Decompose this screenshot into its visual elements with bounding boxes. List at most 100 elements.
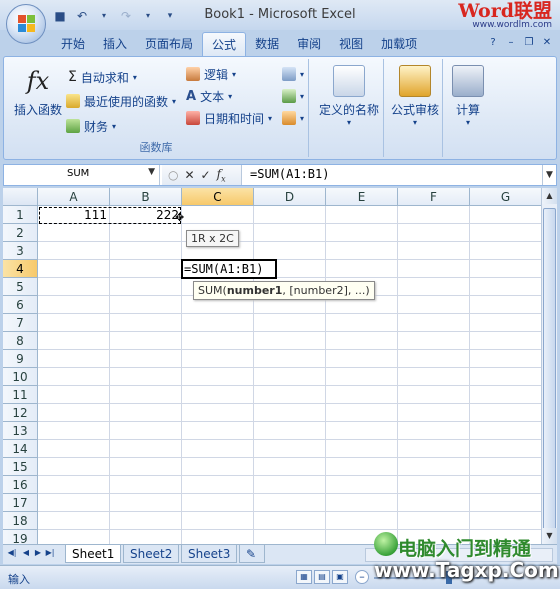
- column-header-e[interactable]: E: [326, 188, 398, 206]
- text-label: 文本: [200, 89, 225, 104]
- tab-insert[interactable]: 插入: [94, 32, 136, 56]
- logical-button[interactable]: 逻辑 ▾: [186, 64, 236, 84]
- function-name[interactable]: SUM(: [198, 284, 227, 297]
- vertical-scrollbar[interactable]: ▲ ▼: [541, 188, 557, 544]
- defined-names-button[interactable]: 定义的名称 ▾: [316, 65, 382, 127]
- row-header-17[interactable]: 17: [3, 494, 38, 512]
- normal-view-icon[interactable]: ▦: [296, 570, 312, 584]
- column-header-a[interactable]: A: [38, 188, 110, 206]
- enter-icon[interactable]: ✓: [201, 168, 211, 182]
- gridline-row: [38, 277, 541, 278]
- restore-icon[interactable]: ❐: [522, 36, 536, 50]
- cell-a1[interactable]: 111: [39, 208, 107, 222]
- lookup-button[interactable]: ▾: [282, 64, 304, 84]
- row-header-7[interactable]: 7: [3, 314, 38, 332]
- math-trig-button[interactable]: ▾: [282, 86, 304, 106]
- row-header-1[interactable]: 1: [3, 206, 38, 224]
- row-header-12[interactable]: 12: [3, 404, 38, 422]
- scroll-thumb[interactable]: [543, 208, 556, 533]
- autosum-button[interactable]: Σ 自动求和 ▾: [68, 67, 137, 87]
- formula-auditing-button[interactable]: 公式审核 ▾: [387, 65, 443, 127]
- expand-formula-bar-icon[interactable]: ▼: [542, 165, 556, 185]
- fx-icon: fx: [26, 67, 50, 95]
- calculation-label: 计算: [455, 103, 480, 117]
- formula-bar: SUM ▼ ○ ✕ ✓ fx =SUM(A1:B1) ▼: [3, 164, 557, 186]
- cell-b1[interactable]: 222: [111, 208, 179, 222]
- text-button[interactable]: A 文本 ▾: [186, 86, 232, 106]
- tab-data[interactable]: 数据: [246, 32, 288, 56]
- range-size-tooltip: 1R x 2C: [186, 230, 239, 247]
- insert-function-button[interactable]: fx 插入函数: [10, 65, 66, 118]
- formula-input[interactable]: =SUM(A1:B1): [250, 167, 329, 181]
- fx-button-icon[interactable]: fx: [217, 167, 226, 183]
- zoom-out-icon[interactable]: –: [355, 570, 369, 584]
- cancel-icon[interactable]: ✕: [184, 168, 194, 182]
- chevron-down-icon[interactable]: ▼: [148, 167, 155, 177]
- math-trig-icon: [282, 89, 296, 103]
- row-header-8[interactable]: 8: [3, 332, 38, 350]
- scroll-up-icon[interactable]: ▲: [542, 188, 557, 204]
- row-header-16[interactable]: 16: [3, 476, 38, 494]
- row-header-9[interactable]: 9: [3, 350, 38, 368]
- brand-logo: Word联盟 www.wordlm.com: [458, 0, 552, 30]
- row-header-3[interactable]: 3: [3, 242, 38, 260]
- column-header-b[interactable]: B: [110, 188, 182, 206]
- function-library-label: 函数库: [139, 141, 173, 154]
- tab-add-ins[interactable]: 加载项: [372, 32, 426, 56]
- gridline-row: [38, 241, 541, 242]
- ribbon: fx 插入函数 Σ 自动求和 ▾ 最近使用的函数 ▾ 财务 ▾ 逻辑 ▾ A 文…: [3, 56, 557, 160]
- sheet-tab-3[interactable]: Sheet3: [181, 545, 238, 563]
- worksheet-grid[interactable]: A B C D E F G 1 2 3 4 5 6 7 8 9 10 11 12 13 14 15 16 17 1…: [3, 188, 541, 544]
- financial-icon: [66, 119, 80, 133]
- office-button[interactable]: [6, 4, 46, 44]
- name-box[interactable]: SUM ▼: [4, 165, 160, 185]
- column-header-c[interactable]: C: [182, 188, 254, 206]
- help-icon[interactable]: ?: [486, 36, 500, 50]
- row-header-11[interactable]: 11: [3, 386, 38, 404]
- datetime-button[interactable]: 日期和时间 ▾: [186, 108, 272, 128]
- prev-sheet-icon[interactable]: ◀: [21, 548, 31, 557]
- column-header-d[interactable]: D: [254, 188, 326, 206]
- recently-used-button[interactable]: 最近使用的函数 ▾: [66, 91, 176, 111]
- more-functions-button[interactable]: ▾: [282, 108, 304, 128]
- row-header-4[interactable]: 4: [3, 260, 38, 278]
- page-layout-view-icon[interactable]: ▤: [314, 570, 330, 584]
- tab-formulas[interactable]: 公式: [202, 32, 247, 56]
- gridline-row: [38, 493, 541, 494]
- sheet-tab-2[interactable]: Sheet2: [123, 545, 180, 563]
- minimize-icon[interactable]: –: [504, 36, 518, 50]
- insert-sheet-icon[interactable]: ✎: [239, 545, 265, 563]
- tab-review[interactable]: 审阅: [288, 32, 330, 56]
- formula-buttons: ○ ✕ ✓ fx: [162, 165, 242, 185]
- first-sheet-icon[interactable]: ◀|: [7, 548, 17, 557]
- sigma-icon: Σ: [68, 69, 77, 85]
- formula-auditing-group: 公式审核 ▾: [387, 59, 443, 157]
- row-header-19[interactable]: 19: [3, 530, 38, 544]
- row-header-13[interactable]: 13: [3, 422, 38, 440]
- last-sheet-icon[interactable]: ▶|: [45, 548, 55, 557]
- function-arg-current[interactable]: number1: [227, 284, 283, 297]
- row-header-6[interactable]: 6: [3, 296, 38, 314]
- recently-used-label: 最近使用的函数: [84, 94, 169, 109]
- close-icon[interactable]: ✕: [540, 36, 554, 50]
- sheet-tab-1[interactable]: Sheet1: [65, 545, 122, 563]
- page-break-view-icon[interactable]: ▣: [332, 570, 348, 584]
- select-all-corner[interactable]: [3, 188, 38, 206]
- row-header-14[interactable]: 14: [3, 440, 38, 458]
- calculation-button[interactable]: 计算 ▾: [446, 65, 490, 127]
- calculation-group: 计算 ▾: [446, 59, 490, 157]
- tab-page-layout[interactable]: 页面布局: [136, 32, 202, 56]
- financial-label: 财务: [84, 119, 109, 134]
- name-box-value: SUM: [67, 168, 90, 179]
- tab-view[interactable]: 视图: [330, 32, 372, 56]
- next-sheet-icon[interactable]: ▶: [33, 548, 43, 557]
- column-header-g[interactable]: G: [470, 188, 541, 206]
- row-header-10[interactable]: 10: [3, 368, 38, 386]
- financial-button[interactable]: 财务 ▾: [66, 116, 116, 136]
- row-header-2[interactable]: 2: [3, 224, 38, 242]
- row-header-5[interactable]: 5: [3, 278, 38, 296]
- row-header-15[interactable]: 15: [3, 458, 38, 476]
- column-header-f[interactable]: F: [398, 188, 470, 206]
- tab-home[interactable]: 开始: [52, 32, 94, 56]
- row-header-18[interactable]: 18: [3, 512, 38, 530]
